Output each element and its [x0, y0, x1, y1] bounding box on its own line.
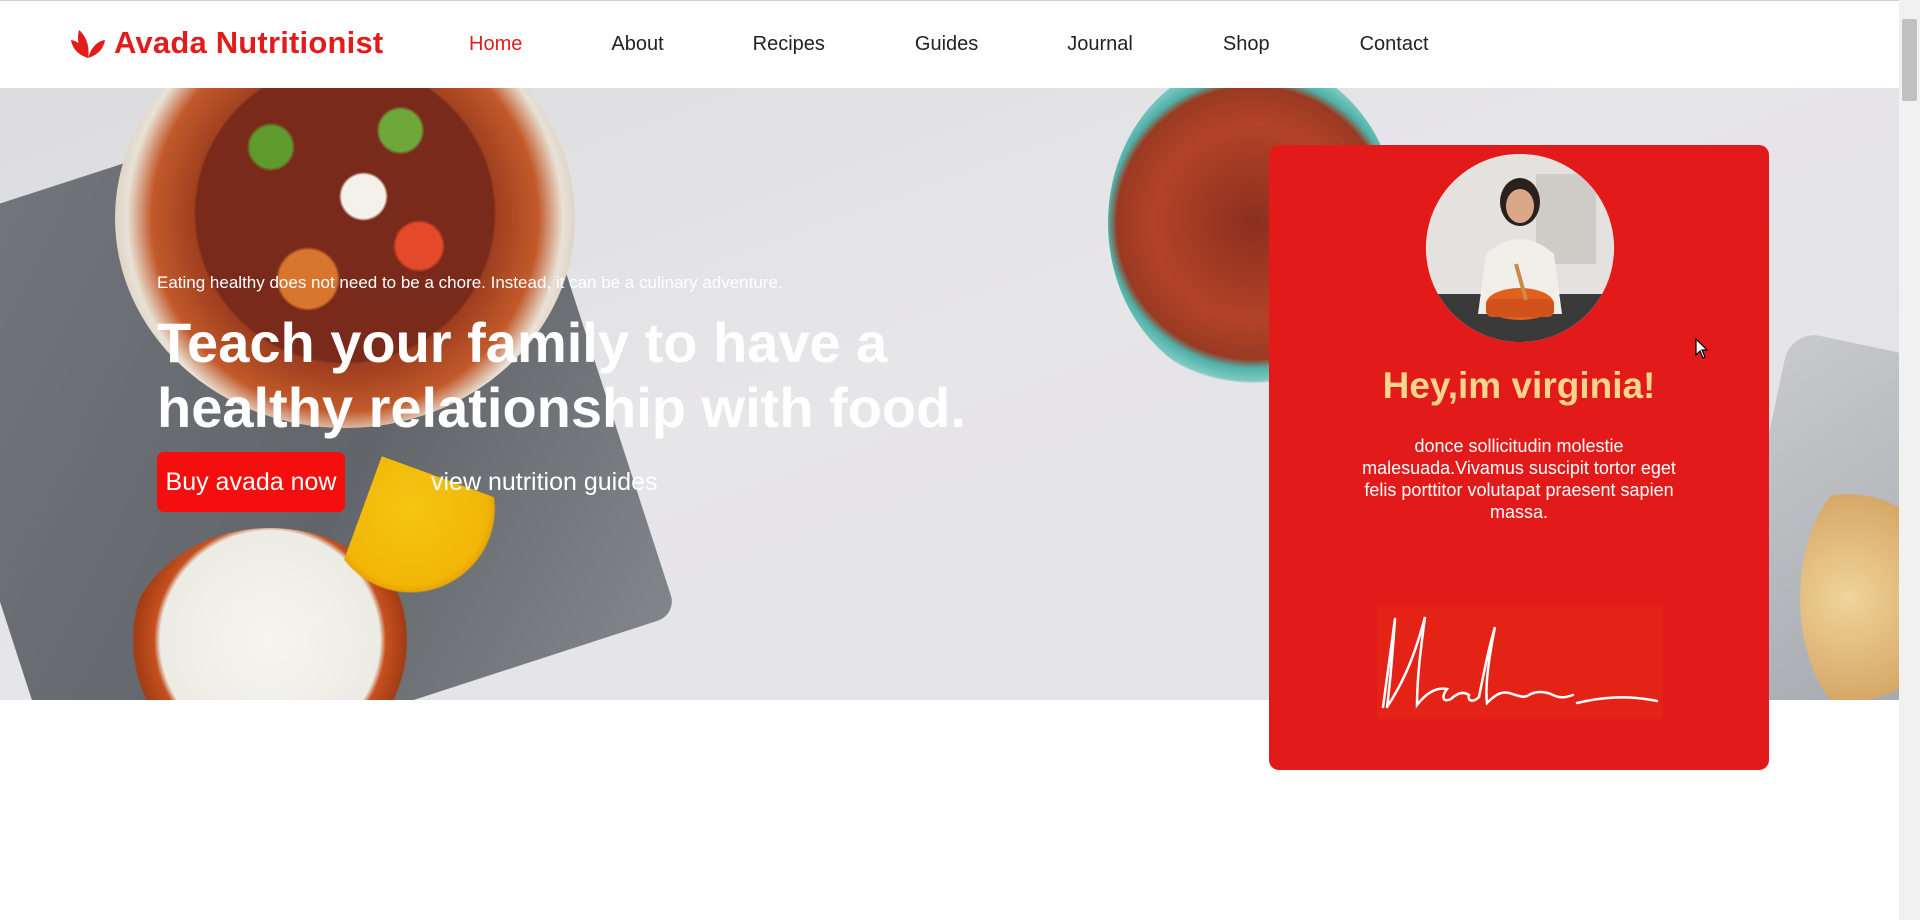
- site-header: Avada Nutritionist Home About Recipes Gu…: [0, 1, 1899, 88]
- main-nav: Home About Recipes Guides Journal Shop C…: [469, 33, 1429, 56]
- woman-cooking-photo: [1426, 154, 1614, 342]
- profile-title: Hey,im virginia!: [1382, 365, 1656, 406]
- nav-item-recipes[interactable]: Recipes: [753, 33, 825, 56]
- nav-item-about[interactable]: About: [611, 33, 663, 56]
- nav-item-home[interactable]: Home: [469, 33, 522, 56]
- brand-name: Avada Nutritionist: [114, 25, 384, 60]
- buy-avada-button[interactable]: Buy avada now: [157, 452, 345, 512]
- page-scrollbar[interactable]: [1899, 0, 1920, 920]
- handwritten-signature: [1377, 607, 1663, 719]
- profile-text: donce sollicitudin molestie malesuada.Vi…: [1362, 436, 1676, 522]
- hero-kicker: Eating healthy does not need to be a cho…: [157, 273, 783, 292]
- profile-card: Hey,im virginia! donce sollicitudin mole…: [1269, 145, 1769, 770]
- nav-item-shop[interactable]: Shop: [1223, 33, 1270, 56]
- nav-item-journal[interactable]: Journal: [1067, 33, 1133, 56]
- mouse-cursor-icon: [1695, 338, 1709, 359]
- scrollbar-thumb[interactable]: [1902, 19, 1917, 101]
- nav-item-contact[interactable]: Contact: [1360, 33, 1429, 56]
- nav-item-guides[interactable]: Guides: [915, 33, 978, 56]
- view-guides-link[interactable]: view nutrition guides: [431, 468, 658, 497]
- hero-title: Teach your family to have a healthy rela…: [157, 311, 966, 439]
- avatar: [1426, 154, 1614, 342]
- leaf-logo-icon: [71, 30, 105, 58]
- site-logo[interactable]: Avada Nutritionist: [70, 25, 383, 61]
